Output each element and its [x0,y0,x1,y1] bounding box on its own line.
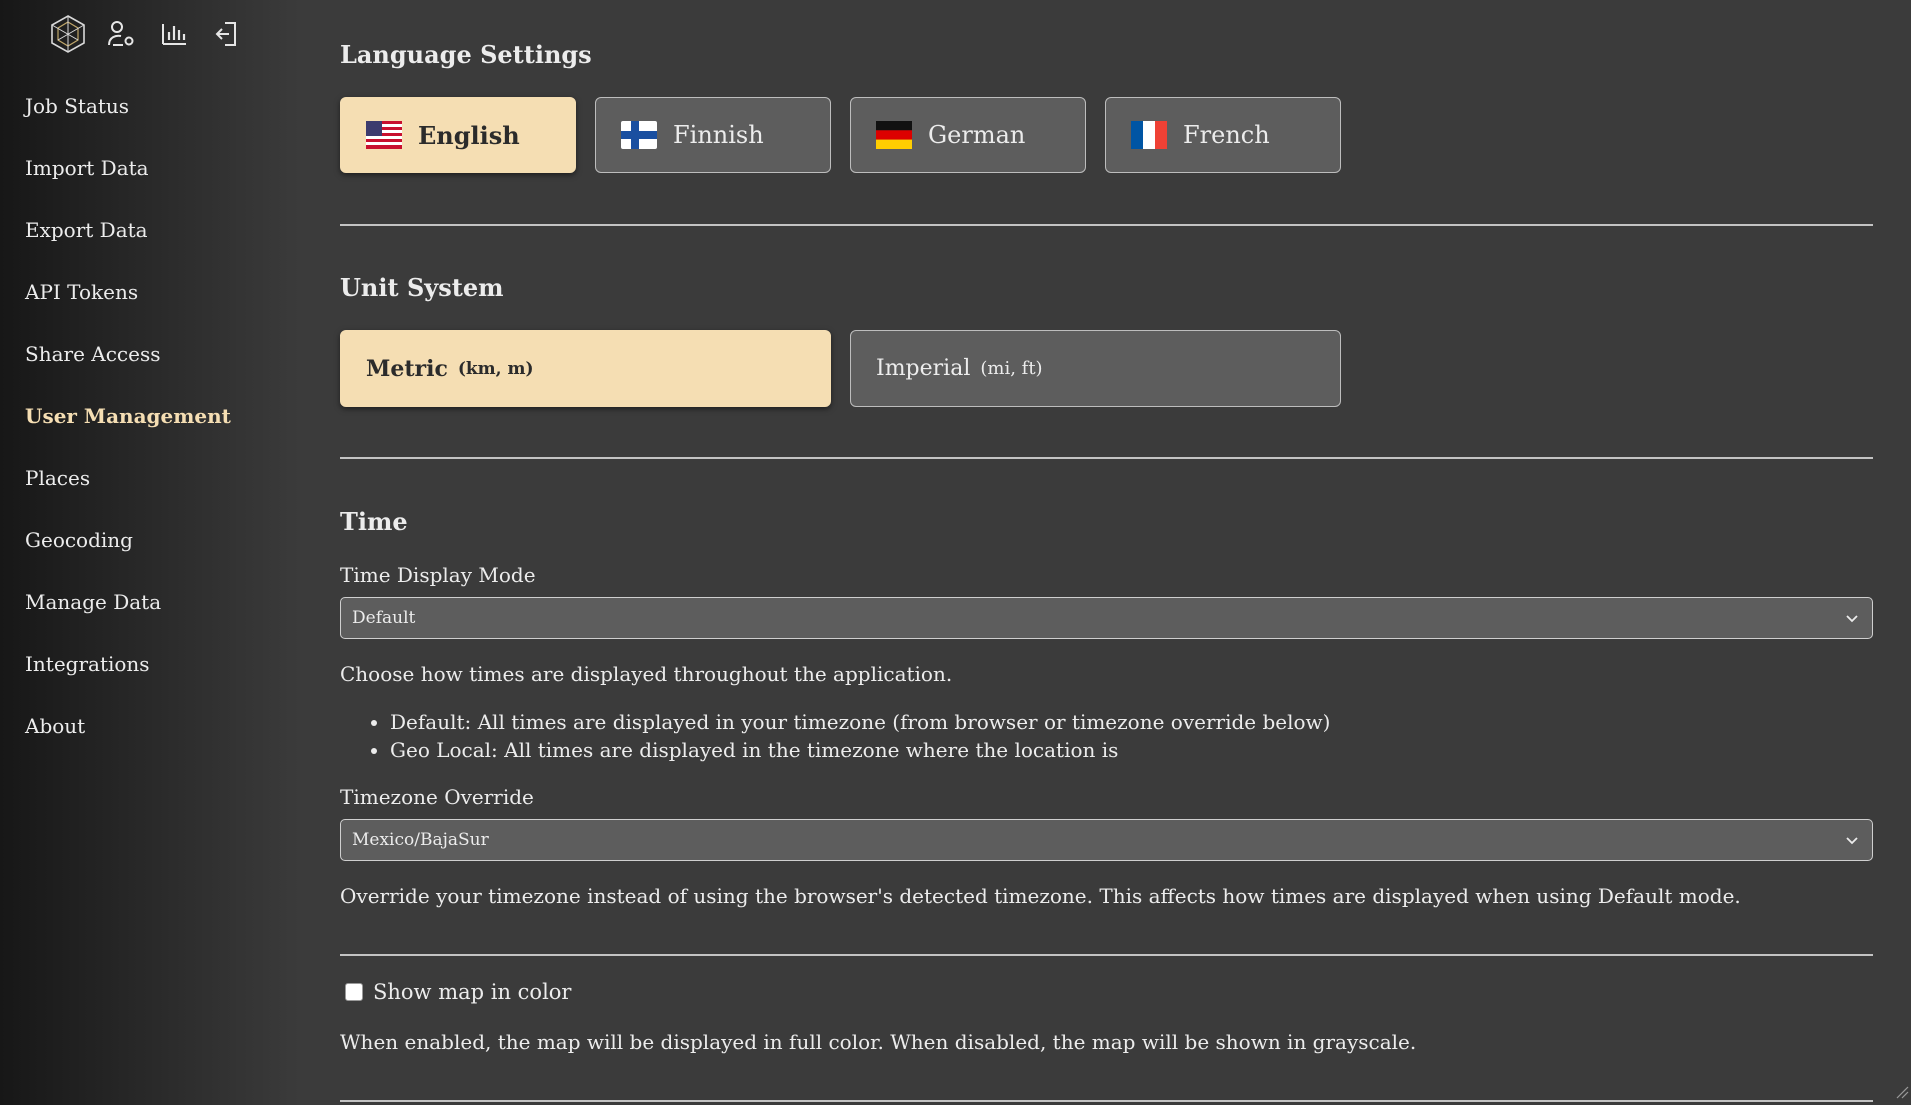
time-display-mode-label: Time Display Mode [340,563,536,587]
divider [340,954,1873,956]
unit-option-metric[interactable]: Metric (km, m) [340,330,831,407]
timezone-override-select[interactable]: Mexico/BajaSur [340,819,1873,861]
germany-flag-icon [876,121,912,149]
sidebar-item-geocoding[interactable]: Geocoding [25,520,231,582]
select-value: Default [352,608,416,628]
language-option-english[interactable]: English [340,97,576,173]
sidebar-item-api-tokens[interactable]: API Tokens [25,272,231,334]
time-mode-bullets: Default: All times are displayed in your… [340,708,1330,764]
unit-option-imperial[interactable]: Imperial (mi, ft) [850,330,1341,407]
language-option-french[interactable]: French [1105,97,1341,173]
divider [340,1100,1873,1102]
chart-icon[interactable] [154,14,194,54]
map-color-label: Show map in color [373,980,572,1004]
top-icon-bar [48,14,260,54]
divider [340,457,1873,459]
sidebar-item-share-access[interactable]: Share Access [25,334,231,396]
unit-option-sub: (mi, ft) [980,358,1043,379]
sidebar-item-manage-data[interactable]: Manage Data [25,582,231,644]
sidebar-nav: Job Status Import Data Export Data API T… [25,86,231,768]
user-settings-icon[interactable] [101,14,141,54]
sidebar-item-about[interactable]: About [25,706,231,768]
language-option-label: French [1183,121,1270,149]
sidebar-item-job-status[interactable]: Job Status [25,86,231,148]
sidebar-item-integrations[interactable]: Integrations [25,644,231,706]
sidebar-item-export-data[interactable]: Export Data [25,210,231,272]
chevron-down-icon [1844,610,1860,631]
language-option-label: German [928,121,1026,149]
sidebar: Job Status Import Data Export Data API T… [0,0,300,1105]
map-color-row: Show map in color [345,980,571,1004]
unit-option-label: Metric [366,355,448,382]
chevron-down-icon [1844,832,1860,853]
unit-option-sub: (km, m) [457,358,534,379]
us-flag-icon [366,121,402,149]
logo-icon[interactable] [48,14,88,54]
language-settings-title: Language Settings [340,40,592,69]
list-item: Geo Local: All times are displayed in th… [390,736,1330,764]
unit-system-title: Unit System [340,273,504,302]
select-value: Mexico/BajaSur [352,830,489,850]
language-option-label: Finnish [673,121,764,149]
unit-option-label: Imperial [876,356,971,381]
map-color-help: When enabled, the map will be displayed … [340,1030,1417,1054]
language-option-german[interactable]: German [850,97,1086,173]
language-option-label: English [418,120,520,150]
timezone-override-help: Override your timezone instead of using … [340,884,1741,908]
language-option-finnish[interactable]: Finnish [595,97,831,173]
divider [340,224,1873,226]
finland-flag-icon [621,121,657,149]
sidebar-item-user-management[interactable]: User Management [25,396,231,458]
list-item: Default: All times are displayed in your… [390,708,1330,736]
time-title: Time [340,507,408,536]
map-color-checkbox[interactable] [345,983,363,1001]
france-flag-icon [1131,121,1167,149]
time-display-mode-help: Choose how times are displayed throughou… [340,662,953,686]
timezone-override-label: Timezone Override [340,785,534,809]
sidebar-item-places[interactable]: Places [25,458,231,520]
resize-handle-icon[interactable] [1895,1084,1909,1103]
sidebar-item-import-data[interactable]: Import Data [25,148,231,210]
logout-icon[interactable] [207,14,247,54]
time-display-mode-select[interactable]: Default [340,597,1873,639]
